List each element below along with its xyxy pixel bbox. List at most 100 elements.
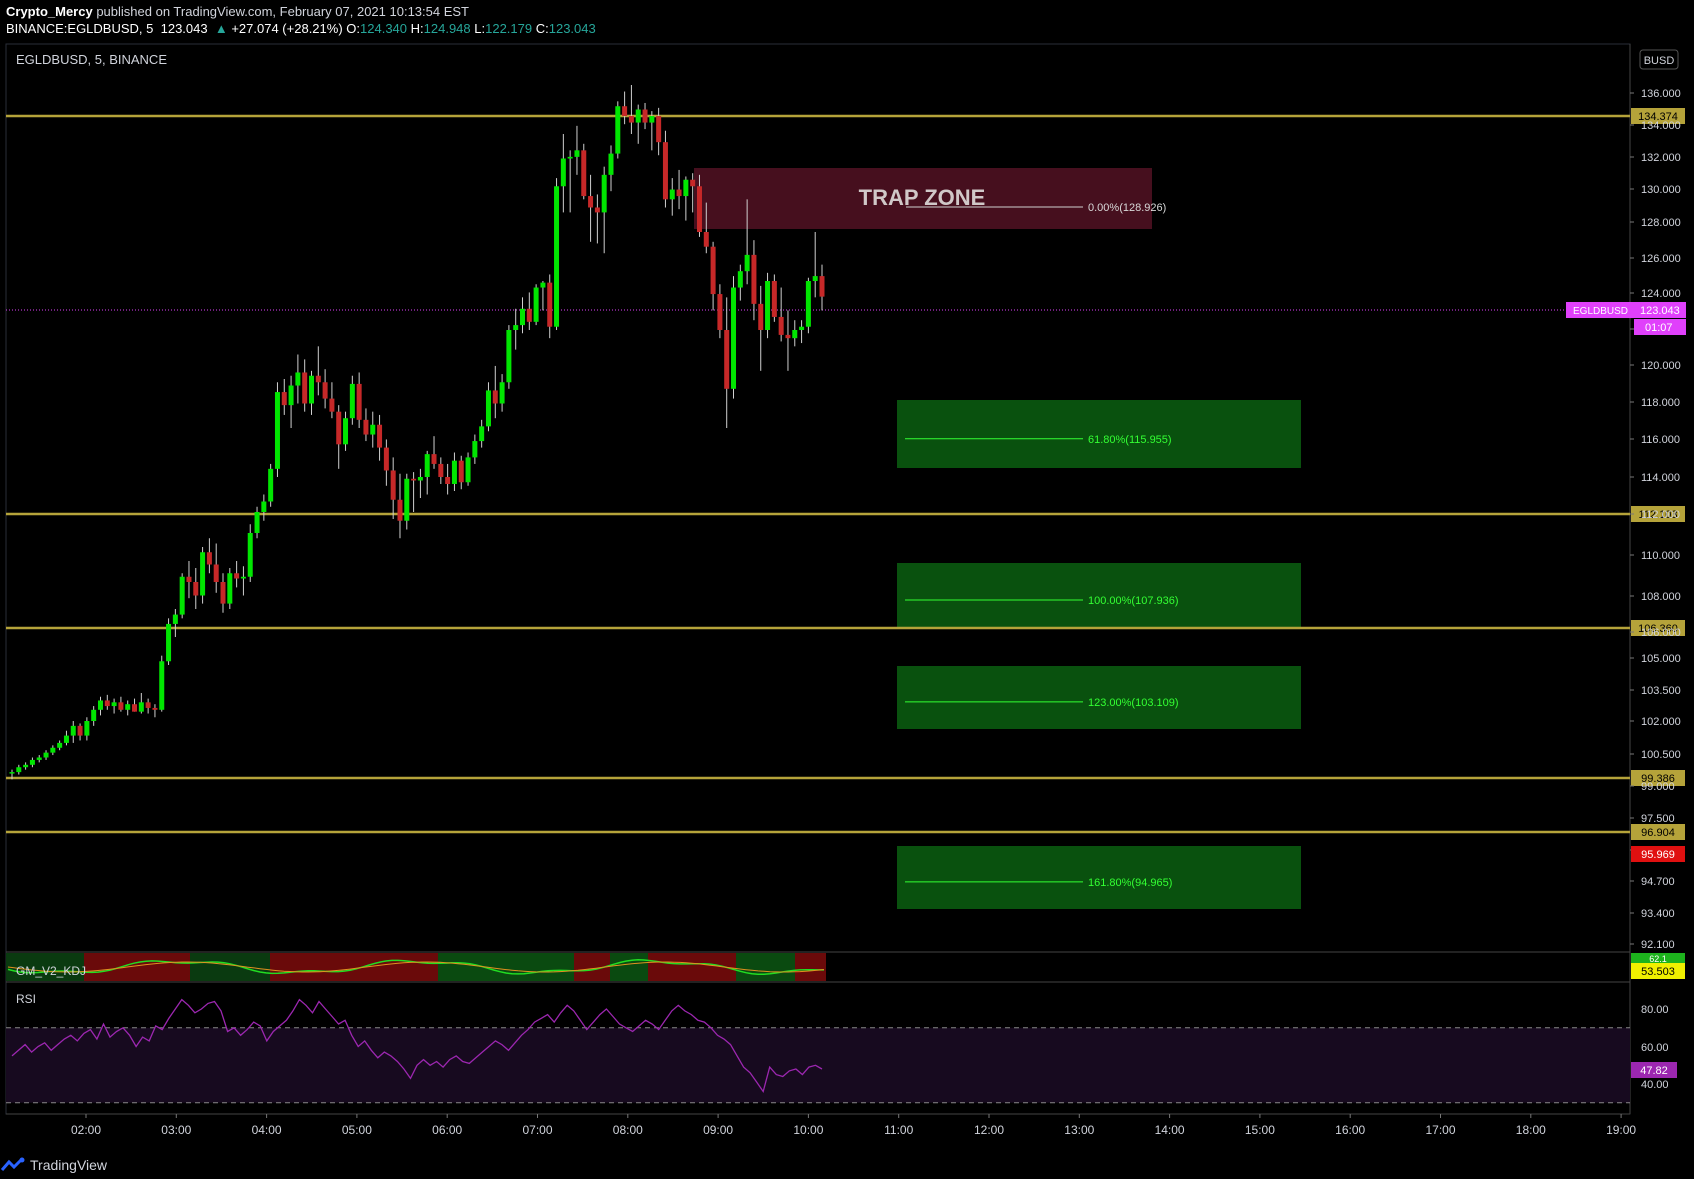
candle-up [533, 287, 539, 322]
zones-layer: 0.00%(128.926) TRAP ZONE 61.80%(115.955) 10… [694, 168, 1301, 909]
candle-up [308, 375, 314, 404]
price-tick-label: 114.000 [1641, 472, 1680, 484]
candle-up [288, 385, 294, 406]
candle-up [765, 281, 771, 330]
last-price-value: 123.043 [1640, 305, 1680, 317]
candle-down [193, 582, 199, 596]
chart-canvas[interactable]: 0.00%(128.926) TRAP ZONE 61.80%(115.955) 10… [0, 0, 1694, 1179]
price-tick-label: 118.000 [1641, 397, 1680, 409]
kdj-background-segment [736, 953, 795, 981]
price-tick-label: 102.000 [1641, 716, 1681, 728]
candle-up [84, 721, 90, 736]
trap-zone-label: TRAP ZONE [859, 185, 986, 210]
candle-up [649, 116, 655, 123]
candle-down [785, 334, 791, 339]
candle-up [451, 460, 457, 484]
price-tick-label: 124.000 [1641, 288, 1681, 300]
time-tick-label: 18:00 [1516, 1123, 1546, 1137]
price-tick-label: 136.000 [1641, 88, 1681, 100]
level-price-label: 96.904 [1641, 827, 1675, 839]
time-tick-label: 06:00 [432, 1123, 462, 1137]
candle-down [77, 725, 83, 736]
candle-down [771, 281, 777, 317]
candle-up [370, 424, 376, 435]
price-tick-label: 120.000 [1641, 360, 1681, 372]
candle-up [554, 186, 560, 327]
candle-down [662, 142, 668, 200]
price-tick-label: 132.000 [1641, 152, 1681, 164]
pane-title: EGLDBUSD, 5, BINANCE [16, 52, 167, 67]
fib-level-label: 123.00%(103.109) [1088, 697, 1179, 709]
candle-up [812, 276, 818, 281]
candle-up [295, 372, 301, 386]
candle-up [520, 308, 526, 326]
candle-down [281, 392, 287, 406]
kdj-background-segment [438, 953, 574, 981]
red-price-label: 95.969 [1641, 849, 1675, 861]
candle-down [186, 576, 192, 582]
candle-down [751, 254, 757, 304]
candle-up [36, 757, 42, 760]
candle-up [268, 468, 274, 502]
price-tick-label: 110.000 [1641, 550, 1680, 562]
candle-down [642, 109, 648, 123]
candle-down [438, 463, 444, 477]
kdj-title: GM_V2_KDJ [16, 964, 86, 978]
candle-up [615, 106, 621, 154]
candle-down [690, 179, 696, 187]
footer-brand[interactable]: TradingView [30, 1157, 107, 1173]
candle-down [581, 150, 587, 197]
fib-level-label: 161.80%(94.965) [1088, 877, 1172, 889]
candle-down [220, 582, 226, 604]
candle-down [622, 106, 628, 117]
price-tick-label: 116.000 [1641, 434, 1680, 446]
candle-up [125, 704, 131, 710]
candle-down [724, 330, 730, 389]
price-tick-label: 128.000 [1641, 217, 1681, 229]
candle-down [390, 470, 396, 500]
candle-down [710, 246, 716, 295]
time-tick-label: 04:00 [252, 1123, 282, 1137]
candle-down [819, 276, 825, 297]
price-tick-label: 106.000 [1641, 627, 1681, 639]
tradingview-logo-icon[interactable] [0, 1157, 26, 1173]
kdj-top-label: 62.1 [1649, 954, 1667, 964]
price-tick-label: 126.000 [1641, 253, 1681, 265]
candle-down [213, 564, 219, 582]
price-axis[interactable]: 136.000 134.000 132.000 130.000 128.000 126.0… [1566, 88, 1686, 951]
time-tick-label: 02:00 [71, 1123, 101, 1137]
time-tick-label: 10:00 [793, 1123, 823, 1137]
candle-up [635, 109, 641, 123]
time-tick-label: 12:00 [974, 1123, 1004, 1137]
time-tick-label: 07:00 [522, 1123, 552, 1137]
kdj-background-segment [84, 953, 190, 981]
candle-up [261, 501, 267, 512]
time-tick-label: 19:00 [1606, 1123, 1636, 1137]
candle-up [479, 426, 485, 442]
currency-button[interactable]: BUSD [1644, 55, 1675, 67]
candle-up [744, 254, 750, 272]
candle-up [792, 330, 798, 339]
candle-up [247, 533, 253, 577]
rsi-band [6, 1027, 1630, 1103]
candle-up [63, 735, 69, 743]
price-tick-label: 134.000 [1641, 120, 1681, 132]
candle-down [397, 499, 403, 521]
candle-up [179, 576, 185, 615]
candle-down [656, 116, 662, 143]
time-axis[interactable]: 02:00 03:00 04:00 05:00 06:00 07:00 08:00 09:00… [71, 1114, 1636, 1137]
candle-down [676, 189, 682, 197]
candle-down [547, 282, 553, 327]
candle-down [628, 116, 634, 123]
candle-up [274, 392, 280, 469]
candle-up [111, 702, 117, 707]
time-tick-label: 11:00 [884, 1123, 913, 1137]
candle-down [363, 419, 369, 435]
kdj-background-segment [795, 953, 826, 981]
candle-up [560, 158, 566, 187]
rsi-tick-label: 40.00 [1641, 1079, 1669, 1091]
candle-down [145, 702, 151, 708]
rsi-title: RSI [16, 992, 36, 1006]
price-tick-label: 99.000 [1641, 781, 1675, 793]
candle-up [731, 287, 737, 389]
